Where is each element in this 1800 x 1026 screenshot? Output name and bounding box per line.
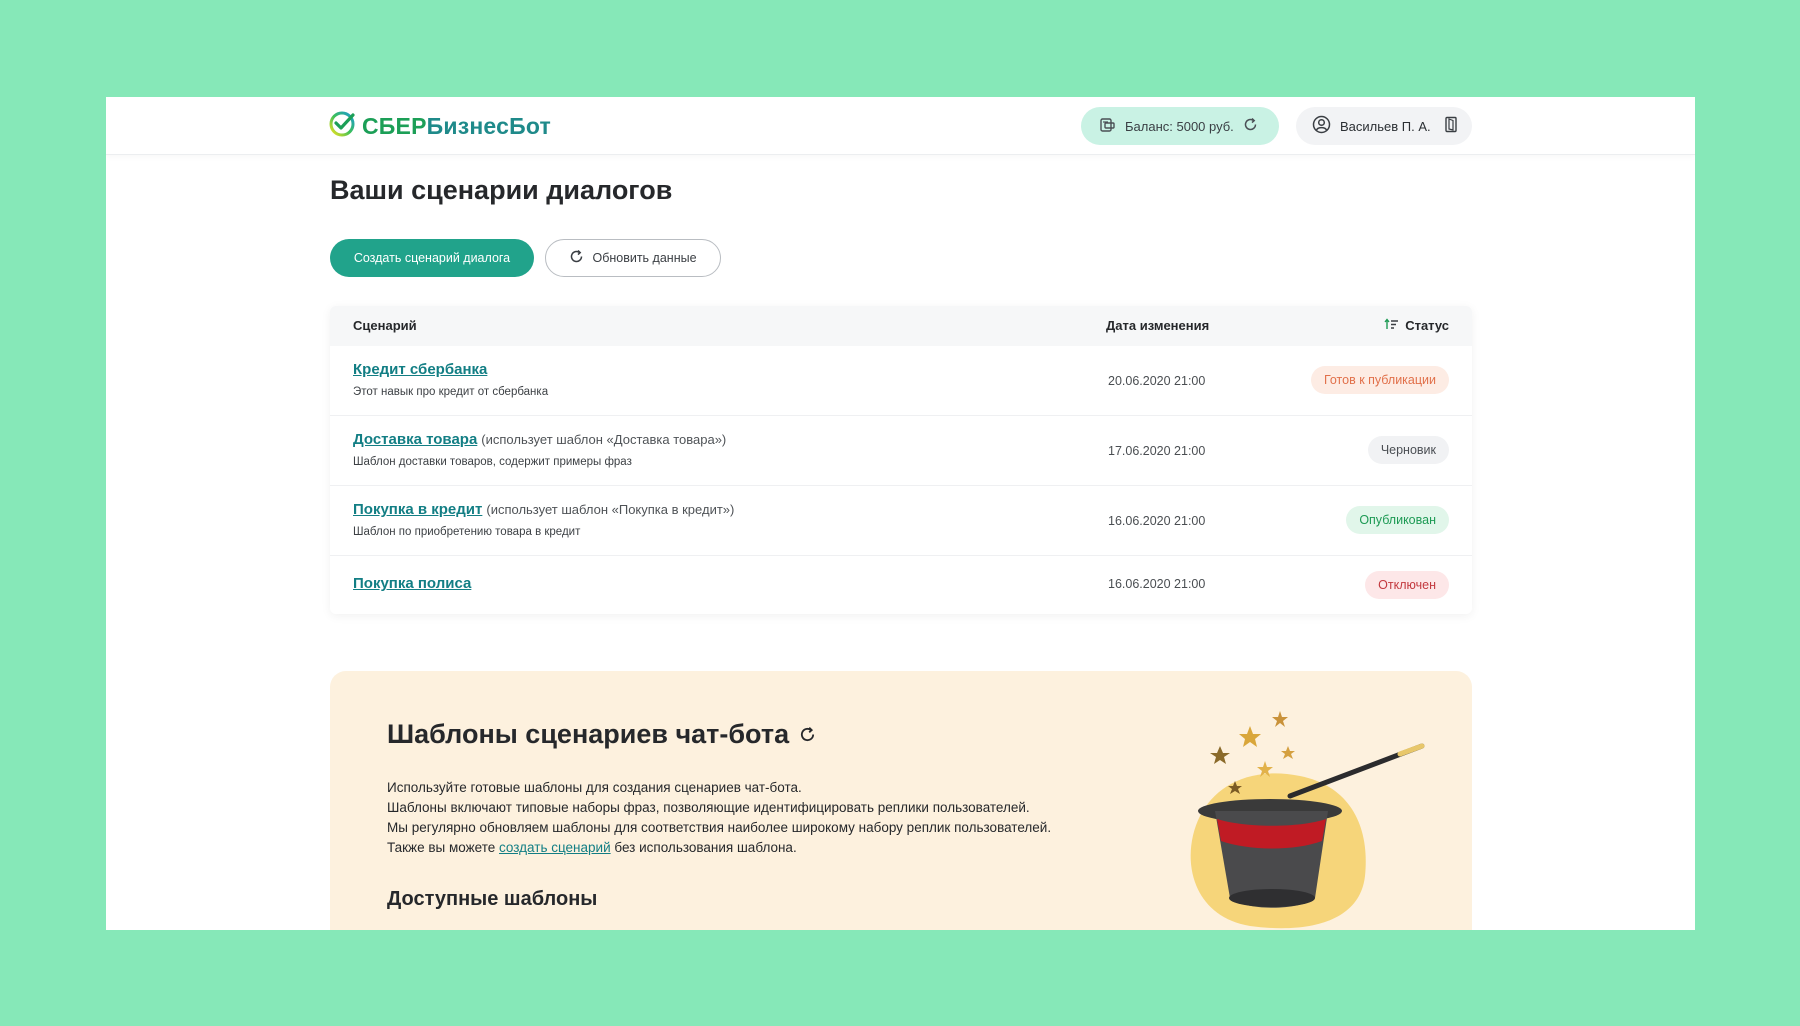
template-note: (использует шаблон «Покупка в кредит») [486,502,735,517]
description-line: Также вы можете создать сценарий без исп… [387,838,1051,858]
status-badge: Черновик [1367,436,1449,464]
modified-date: 16.06.2020 21:00 [1108,577,1206,591]
logo[interactable]: СБЕРБизнесБот [328,109,551,143]
sort-icon[interactable] [1384,318,1399,333]
table-row: Покупка полиса 16.06.2020 21:00 Отключен [330,556,1472,614]
user-name: Васильев П. А. [1340,118,1431,134]
line4-before: Также вы можете [387,840,496,855]
scenario-description: Шаблон доставки товаров, содержит пример… [353,456,632,468]
refresh-data-button[interactable]: Обновить данные [545,239,721,277]
templates-title: Шаблоны сценариев чат-бота [387,719,816,750]
table-row: Кредит сбербанка Этот навык про кредит о… [330,346,1472,416]
balance-chip[interactable]: Баланс: 5000 руб. [1081,107,1279,145]
refresh-data-label: Обновить данные [592,251,697,265]
col-status-header[interactable]: Статус [1384,318,1449,333]
description-line: Мы регулярно обновляем шаблоны для соотв… [387,820,1052,835]
templates-description: Используйте готовые шаблоны для создания… [387,778,1051,858]
scenario-link[interactable]: Покупка полиса [353,575,471,592]
modified-date: 17.06.2020 21:00 [1108,444,1206,458]
description-line: Используйте готовые шаблоны для создания… [387,780,802,795]
top-bar: СБЕРБизнесБот Баланс: 5000 руб. Васильев… [106,97,1695,155]
page-title: Ваши сценарии диалогов [330,175,673,205]
modified-date: 20.06.2020 21:00 [1108,374,1206,388]
sber-logo-icon [328,110,356,143]
wallet-icon [1099,116,1116,136]
table-row: Доставка товара (использует шаблон «Доста… [330,416,1472,486]
create-scenario-link[interactable]: создать сценарий [499,840,611,855]
status-badge: Готов к публикации [1310,366,1449,394]
app-window: СБЕРБизнесБот Баланс: 5000 руб. Васильев… [106,97,1695,930]
templates-banner: Шаблоны сценариев чат-бота Используйте г… [330,671,1472,930]
line4-after: без использования шаблона. [614,840,797,855]
row-title-line: Покупка в кредит (использует шаблон «Поку… [353,501,734,518]
logout-icon[interactable] [1444,116,1458,136]
balance-label: Баланс: 5000 руб. [1125,118,1234,134]
modified-date: 16.06.2020 21:00 [1108,514,1206,528]
table-header: Сценарий Дата изменения Статус [330,306,1472,346]
refresh-icon [569,249,584,267]
scenarios-table: Сценарий Дата изменения Статус Кредит сб… [330,306,1472,614]
scenario-link[interactable]: Доставка товара [353,431,477,448]
scenario-description: Этот навык про кредит от сбербанка [353,386,549,398]
table-row: Покупка в кредит (использует шаблон «Поку… [330,486,1472,556]
col-date-header[interactable]: Дата изменения [1106,318,1209,333]
refresh-icon[interactable] [1243,117,1258,135]
description-line: Шаблоны включают типовые наборы фраз, по… [387,800,1030,815]
col-scenario-header: Сценарий [353,318,417,333]
status-badge: Опубликован [1346,506,1449,534]
row-title-line: Доставка товара (использует шаблон «Доста… [353,431,726,448]
col-status-label: Статус [1405,318,1449,333]
scenario-link[interactable]: Кредит сбербанка [353,361,487,378]
status-badge: Отключен [1365,571,1449,599]
row-title-line: Покупка полиса [353,575,471,592]
template-note: (использует шаблон «Доставка товара») [481,432,727,447]
user-circle-icon [1312,115,1331,137]
scenario-description: Шаблон по приобретению товара в кредит [353,526,581,538]
create-scenario-button[interactable]: Создать сценарий диалога [330,239,534,277]
refresh-icon[interactable] [799,719,816,750]
templates-title-text: Шаблоны сценариев чат-бота [387,719,790,749]
row-title-line: Кредит сбербанка [353,361,487,378]
magic-hat-illustration [1190,711,1425,929]
user-chip[interactable]: Васильев П. А. [1296,107,1472,145]
scenario-link[interactable]: Покупка в кредит [353,501,482,518]
logo-text: СБЕРБизнесБот [362,112,551,139]
available-templates-heading: Доступные шаблоны [387,888,598,910]
